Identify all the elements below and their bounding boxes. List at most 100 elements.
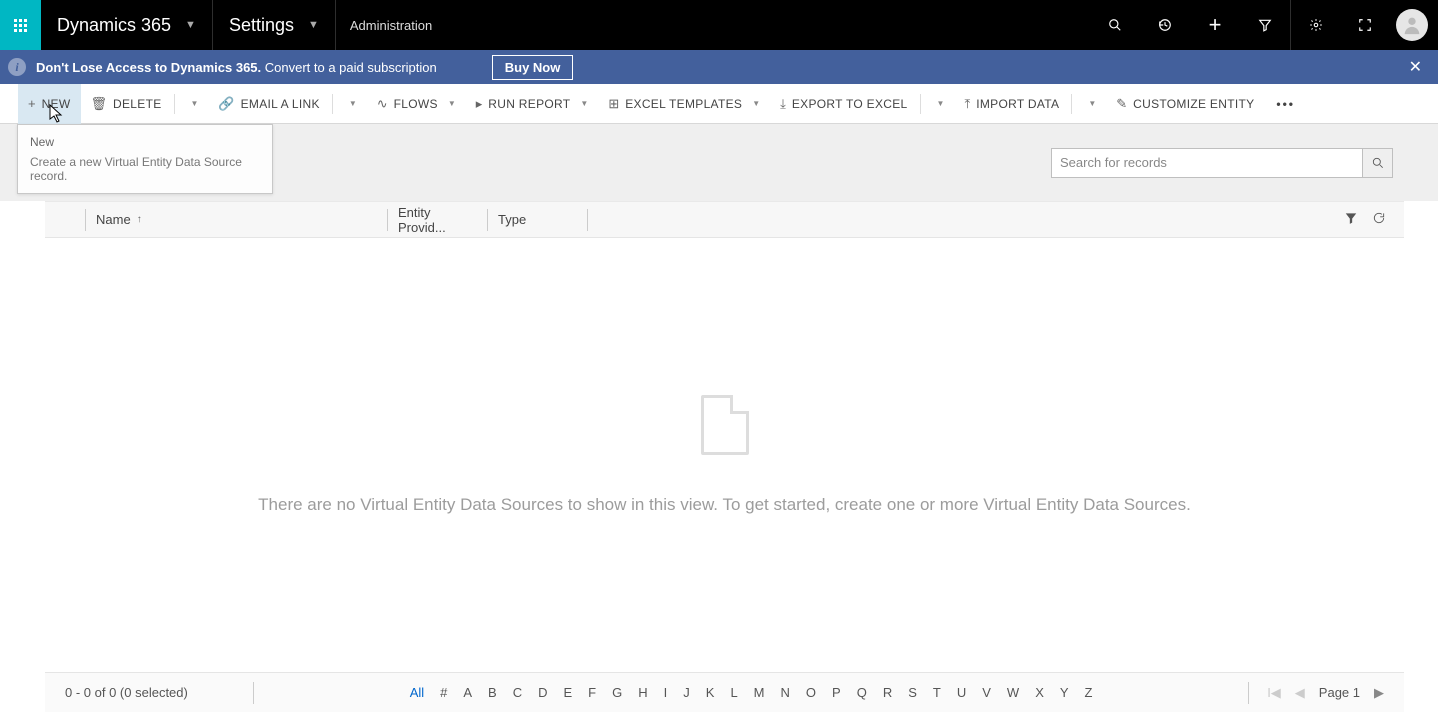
alpha-letter[interactable]: M [754,685,765,700]
report-icon: ▸ [476,96,483,112]
refresh-icon[interactable] [1372,211,1386,228]
export-excel-button[interactable]: ⤓ EXPORT TO EXCEL [770,84,917,124]
area-label: Settings [229,15,294,36]
alpha-letter[interactable]: C [513,685,522,700]
alpha-letter[interactable]: Y [1060,685,1069,700]
new-tooltip: New Create a new Virtual Entity Data Sou… [17,124,273,194]
flows-label: FLOWS [394,97,438,111]
waffle-icon [14,19,27,32]
app-launcher[interactable] [0,0,41,50]
alpha-letter[interactable]: F [588,685,596,700]
chevron-down-icon: ▼ [937,99,945,108]
sort-asc-icon: ↑ [137,214,142,225]
export-dropdown[interactable]: ▼ [923,84,955,124]
column-type[interactable]: Type [487,209,587,231]
breadcrumb[interactable]: Administration [336,18,446,33]
alpha-letter[interactable]: B [488,685,497,700]
new-button[interactable]: + NEW New Create a new Virtual Entity Da… [18,84,81,124]
alpha-filter: All # A B C D E F G H I J K L M N O P Q … [272,685,1230,700]
alpha-letter[interactable]: H [638,685,647,700]
email-dropdown[interactable]: ▼ [335,84,367,124]
alpha-letter[interactable]: P [832,685,841,700]
pager: I◀ ◀ Page 1 ▶ [1267,685,1384,701]
alpha-letter[interactable]: U [957,685,966,700]
add-icon[interactable]: + [1190,0,1240,50]
customize-icon: ✎ [1116,96,1127,112]
alpha-letter[interactable]: S [908,685,917,700]
brand-menu[interactable]: Dynamics 365 ▼ [41,0,213,50]
excel-icon: ⊞ [608,96,619,112]
new-label: NEW [42,97,71,111]
flows-button[interactable]: ∿ FLOWS ▼ [367,84,466,124]
plus-icon: + [28,96,36,111]
record-count: 0 - 0 of 0 (0 selected) [65,685,235,700]
alpha-letter[interactable]: J [683,685,690,700]
tooltip-desc: Create a new Virtual Entity Data Source … [30,155,260,183]
column-name[interactable]: Name ↑ [85,209,387,231]
fullscreen-icon[interactable] [1340,0,1390,50]
alpha-letter[interactable]: Q [857,685,867,700]
page-label: Page 1 [1319,685,1360,700]
filter-icon[interactable] [1240,0,1290,50]
excel-tpl-label: EXCEL TEMPLATES [625,97,742,111]
chevron-down-icon: ▼ [191,99,199,108]
alpha-letter[interactable]: V [982,685,991,700]
excel-templates-button[interactable]: ⊞ EXCEL TEMPLATES ▼ [598,84,770,124]
empty-page-icon [701,395,749,455]
chevron-down-icon: ▼ [1088,99,1096,108]
alpha-letter[interactable]: O [806,685,816,700]
export-label: EXPORT TO EXCEL [792,97,908,111]
alpha-letter[interactable]: # [440,685,447,700]
prev-page-icon[interactable]: ◀ [1295,685,1305,701]
area-menu[interactable]: Settings ▼ [213,0,336,50]
email-label: EMAIL A LINK [241,97,320,111]
chevron-down-icon: ▼ [308,19,319,31]
alpha-letter[interactable]: I [664,685,668,700]
buy-now-button[interactable]: Buy Now [492,55,574,80]
flow-icon: ∿ [377,96,388,112]
col-name-label: Name [96,212,131,227]
chevron-down-icon: ▼ [580,99,588,108]
chevron-down-icon: ▼ [349,99,357,108]
gear-icon[interactable] [1290,0,1340,50]
more-commands[interactable]: ••• [1264,97,1307,111]
next-page-icon[interactable]: ▶ [1374,685,1384,701]
column-provider[interactable]: Entity Provid... [387,209,487,231]
customize-label: CUSTOMIZE ENTITY [1133,97,1254,111]
tooltip-title: New [30,135,260,149]
email-link-button[interactable]: 🔗 EMAIL A LINK [208,84,329,124]
chevron-down-icon: ▼ [752,99,760,108]
alpha-letter[interactable]: T [933,685,941,700]
trash-icon: 🗑 [91,96,108,112]
run-report-button[interactable]: ▸ RUN REPORT ▼ [466,84,599,124]
import-label: IMPORT DATA [976,97,1059,111]
link-icon: 🔗 [218,96,234,112]
alpha-letter[interactable]: L [730,685,737,700]
info-icon: i [8,58,26,76]
alpha-letter[interactable]: G [612,685,622,700]
alpha-letter[interactable]: A [463,685,472,700]
recent-icon[interactable] [1140,0,1190,50]
alpha-letter[interactable]: K [706,685,715,700]
alpha-letter[interactable]: D [538,685,547,700]
delete-dropdown[interactable]: ▼ [177,84,209,124]
alpha-all[interactable]: All [410,685,424,700]
close-icon[interactable]: ✕ [1401,57,1430,77]
delete-button[interactable]: 🗑 DELETE [81,84,172,124]
import-data-button[interactable]: ⤒ IMPORT DATA [954,84,1069,124]
first-page-icon[interactable]: I◀ [1267,685,1281,701]
alpha-letter[interactable]: R [883,685,892,700]
search-input[interactable] [1051,148,1363,178]
avatar[interactable] [1396,9,1428,41]
customize-entity-button[interactable]: ✎ CUSTOMIZE ENTITY [1106,84,1264,124]
filter-icon[interactable] [1344,211,1358,228]
alpha-letter[interactable]: W [1007,685,1019,700]
alpha-letter[interactable]: N [781,685,790,700]
import-dropdown[interactable]: ▼ [1074,84,1106,124]
alpha-letter[interactable]: Z [1085,685,1093,700]
alpha-letter[interactable]: E [564,685,573,700]
search-icon[interactable] [1090,0,1140,50]
import-icon: ⤒ [964,96,970,112]
alpha-letter[interactable]: X [1035,685,1044,700]
search-button[interactable] [1363,148,1393,178]
